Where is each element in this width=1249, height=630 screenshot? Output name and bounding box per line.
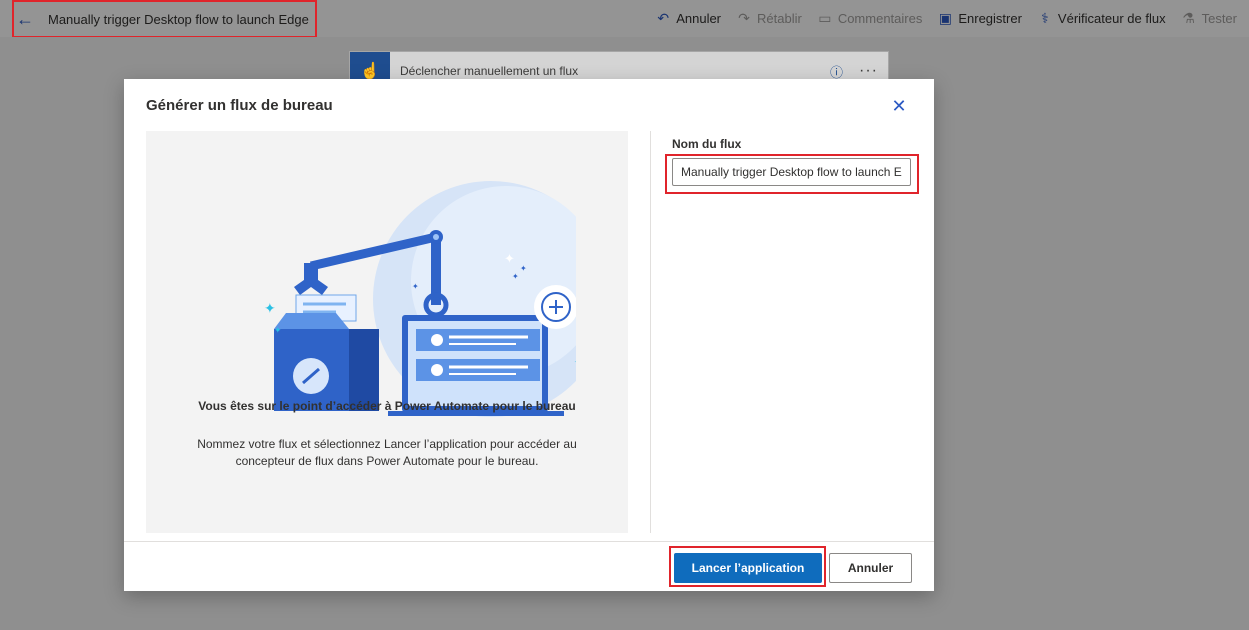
panel-divider bbox=[650, 131, 651, 533]
svg-text:✦: ✦ bbox=[520, 264, 527, 273]
cancel-button[interactable]: Annuler bbox=[829, 553, 912, 583]
close-icon[interactable]: ✕ bbox=[890, 97, 908, 115]
highlight-flow-name bbox=[665, 154, 919, 194]
highlight-launch-button bbox=[669, 546, 826, 587]
desktop-flow-illustration: ✦ ✦ ✦ ✦ ✦ ✦ ✦ bbox=[264, 181, 576, 417]
trigger-label: Déclencher manuellement un flux bbox=[400, 64, 579, 78]
dialog-title: Générer un flux de bureau bbox=[146, 97, 333, 114]
help-icon: ⓘ bbox=[830, 64, 844, 80]
svg-text:✦: ✦ bbox=[274, 326, 282, 336]
promo-description: Nommez votre flux et sélectionnez Lancer… bbox=[197, 437, 577, 468]
svg-text:✦: ✦ bbox=[512, 272, 519, 281]
svg-text:✦: ✦ bbox=[412, 282, 419, 291]
more-icon: ··· bbox=[859, 62, 878, 79]
flow-name-label: Nom du flux bbox=[672, 137, 742, 151]
promo-panel: ✦ ✦ ✦ ✦ ✦ ✦ ✦ Vous êtes sur le point d’a… bbox=[146, 131, 628, 533]
footer-divider bbox=[124, 541, 934, 542]
highlight-flow-title bbox=[12, 0, 317, 38]
svg-text:✦: ✦ bbox=[574, 358, 576, 368]
promo-title: Vous êtes sur le point d’accéder à Power… bbox=[198, 399, 576, 413]
svg-text:✦: ✦ bbox=[504, 252, 515, 267]
svg-text:✦: ✦ bbox=[264, 301, 276, 317]
